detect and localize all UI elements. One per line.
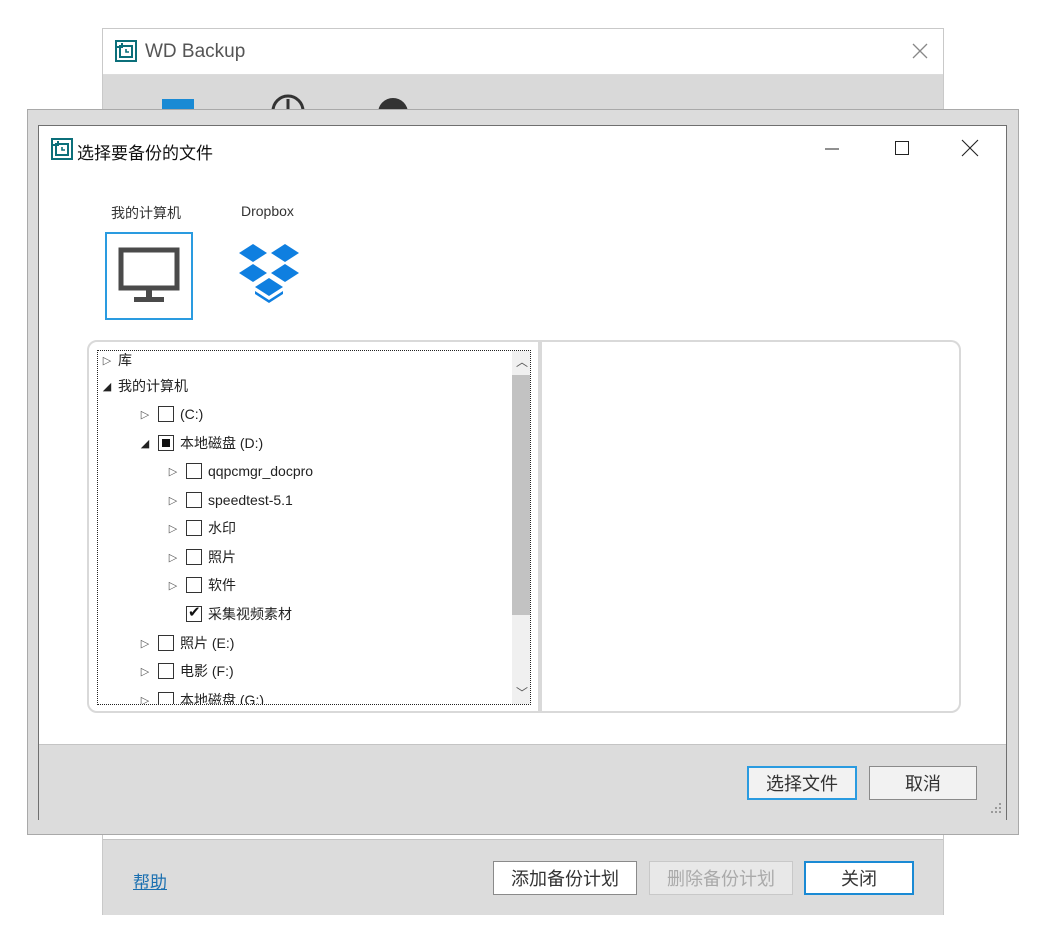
tree-row-drive-e[interactable]: ▷ 照片 (E:)	[138, 630, 234, 656]
tree-item-label: 照片 (E:)	[180, 635, 235, 651]
expand-arrow-icon[interactable]: ▷	[138, 694, 152, 705]
tree-row-folder[interactable]: 采集视频素材	[180, 601, 292, 627]
tree-item-label: 本地磁盘 (D:)	[180, 435, 264, 451]
main-titlebar: WD Backup	[103, 29, 943, 75]
tree-row-folder[interactable]: ▷ 软件	[166, 572, 236, 598]
add-backup-plan-button[interactable]: 添加备份计划	[493, 861, 637, 895]
expand-arrow-icon[interactable]: ▷	[166, 465, 180, 478]
wd-backup-app-icon	[115, 40, 137, 62]
tree-item-label: 照片	[208, 549, 236, 565]
checkbox[interactable]	[158, 406, 174, 422]
dialog-title: 选择要备份的文件	[77, 144, 213, 163]
tree-row-my-computer[interactable]: ◢ 我的计算机	[100, 373, 188, 399]
expand-arrow-icon[interactable]: ▷	[166, 494, 180, 507]
monitor-icon	[118, 247, 180, 302]
tree-item-label: (C:)	[180, 406, 204, 422]
tree-item-label: speedtest-5.1	[208, 492, 293, 508]
file-detail-panel	[540, 340, 961, 713]
main-close-icon[interactable]	[909, 40, 931, 62]
dialog-footer: 选择文件 取消	[39, 744, 1006, 820]
tree-item-label: 采集视频素材	[208, 606, 292, 622]
checkbox[interactable]	[186, 549, 202, 565]
close-icon[interactable]	[947, 132, 993, 164]
cancel-button[interactable]: 取消	[869, 766, 977, 800]
tree-item-label: 水印	[208, 520, 236, 536]
tree-row-drive-f[interactable]: ▷ 电影 (F:)	[138, 658, 234, 684]
expand-arrow-icon[interactable]: ▷	[138, 408, 152, 421]
tree-item-label: qqpcmgr_docpro	[208, 463, 314, 479]
checkbox[interactable]	[186, 577, 202, 593]
tree-row-library[interactable]: ▷ 库	[100, 351, 132, 373]
source-my-computer[interactable]	[105, 232, 193, 320]
tree-item-label: 我的计算机	[118, 378, 188, 394]
tree-row-drive-c[interactable]: ▷ (C:)	[138, 401, 203, 427]
help-link[interactable]: 帮助	[133, 868, 167, 893]
minimize-icon[interactable]	[809, 132, 855, 164]
checkbox[interactable]	[186, 463, 202, 479]
tree-item-label: 电影 (F:)	[180, 663, 234, 679]
tree-item-label: 库	[118, 352, 132, 368]
main-footer: 帮助 添加备份计划 删除备份计划 关闭	[103, 839, 943, 915]
delete-backup-plan-button[interactable]: 删除备份计划	[649, 861, 793, 895]
expand-arrow-icon[interactable]: ▷	[100, 354, 114, 367]
folder-tree[interactable]: ▷ 库 ◢ 我的计算机 ▷ (C:) ◢ 本地磁盘 (D:) ▷ qqpcmgr…	[97, 350, 531, 705]
expand-arrow-icon[interactable]: ▷	[166, 579, 180, 592]
resize-grip-icon[interactable]	[987, 799, 1003, 815]
expand-arrow-icon[interactable]: ▷	[138, 665, 152, 678]
maximize-icon[interactable]	[879, 132, 925, 164]
tree-row-folder[interactable]: ▷ 照片	[166, 544, 236, 570]
source-label-dropbox: Dropbox	[241, 203, 294, 219]
expand-arrow-icon[interactable]: ▷	[138, 637, 152, 650]
select-files-button[interactable]: 选择文件	[747, 766, 857, 800]
checkbox[interactable]	[186, 520, 202, 536]
close-button[interactable]: 关闭	[804, 861, 914, 895]
tree-row-folder[interactable]: ▷ 水印	[166, 515, 236, 541]
main-window-title: WD Backup	[145, 41, 246, 62]
checkbox[interactable]	[158, 635, 174, 651]
wd-backup-app-icon	[51, 138, 73, 160]
expand-arrow-icon[interactable]: ▷	[166, 522, 180, 535]
tree-item-label: 软件	[208, 577, 236, 593]
panel-divider[interactable]	[540, 340, 542, 713]
tree-scrollbar[interactable]: ︿ ﹀	[512, 351, 530, 704]
checkbox-checked[interactable]	[186, 603, 202, 622]
tree-row-drive-g[interactable]: ▷ 本地磁盘 (G:)	[138, 687, 264, 705]
collapse-arrow-icon[interactable]: ◢	[138, 437, 152, 450]
tree-item-label: 本地磁盘 (G:)	[180, 692, 264, 705]
checkbox[interactable]	[186, 492, 202, 508]
tree-row-folder[interactable]: ▷ qqpcmgr_docpro	[166, 458, 313, 484]
source-label-my-computer: 我的计算机	[111, 205, 181, 221]
dropbox-icon[interactable]	[229, 236, 309, 316]
scroll-up-arrow-icon[interactable]: ︿	[512, 351, 530, 371]
checkbox-partial[interactable]	[158, 435, 174, 451]
checkbox[interactable]	[158, 663, 174, 679]
scroll-thumb[interactable]	[512, 375, 530, 615]
tree-row-drive-d[interactable]: ◢ 本地磁盘 (D:)	[138, 430, 263, 456]
checkbox[interactable]	[158, 692, 174, 704]
folder-tree-panel: ▷ 库 ◢ 我的计算机 ▷ (C:) ◢ 本地磁盘 (D:) ▷ qqpcmgr…	[87, 340, 540, 713]
scroll-down-arrow-icon[interactable]: ﹀	[512, 684, 530, 704]
expand-arrow-icon[interactable]: ▷	[166, 551, 180, 564]
collapse-arrow-icon[interactable]: ◢	[100, 380, 114, 393]
tree-row-folder[interactable]: ▷ speedtest-5.1	[166, 487, 293, 513]
select-files-dialog: 选择要备份的文件 我的计算机 Dropbox ▷ 库 ◢ 我的计算机 ▷ (C:…	[38, 125, 1007, 820]
